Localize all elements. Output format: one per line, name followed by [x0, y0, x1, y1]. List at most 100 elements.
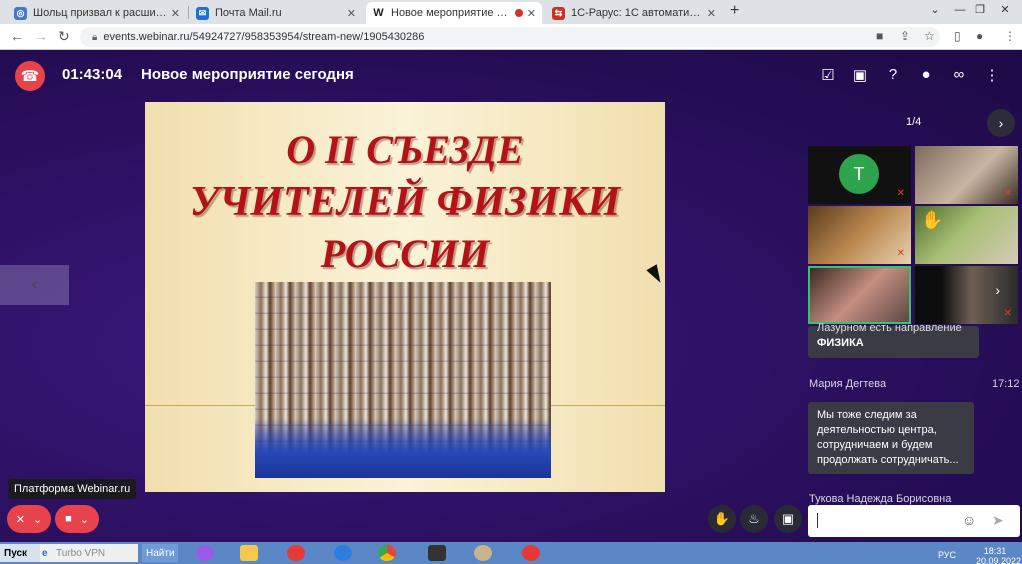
- event-timer: 01:43:04: [62, 66, 123, 83]
- chrome-icon[interactable]: [378, 545, 396, 561]
- chevron-down-icon: ⌄: [79, 513, 89, 526]
- chat-message-partial: Лазурном есть направление ФИЗИКА: [808, 322, 979, 358]
- profile-icon[interactable]: ●: [976, 29, 983, 43]
- next-videos-button[interactable]: ›: [987, 109, 1015, 137]
- audience-photo: [255, 282, 551, 478]
- tab-mail[interactable]: ✉ Почта Mail.ru ✕: [190, 2, 362, 24]
- chevron-left-icon: ‹: [31, 276, 38, 293]
- fire-icon: ♨: [748, 511, 760, 526]
- chevron-down-icon: ⌄: [33, 513, 43, 526]
- raise-hand-button[interactable]: ✋: [708, 505, 736, 533]
- search-label: Найти: [146, 547, 175, 559]
- platform-tooltip: Платформа Webinar.ru: [8, 479, 137, 499]
- chat-icon[interactable]: ▣: [850, 66, 870, 84]
- alice-icon[interactable]: [196, 545, 214, 561]
- participant-video-1[interactable]: Т ✕: [808, 146, 911, 204]
- sidepanel-icon[interactable]: ▯: [954, 29, 961, 43]
- tab-label: Почта Mail.ru: [215, 7, 282, 19]
- user-icon[interactable]: ●: [916, 66, 936, 83]
- camera-icon[interactable]: ■: [876, 29, 883, 43]
- lock-icon: 🔒︎: [92, 32, 98, 43]
- yandex-browser-icon[interactable]: [522, 545, 540, 561]
- close-icon[interactable]: ✕: [171, 7, 180, 20]
- mic-muted-icon: ✕: [1003, 188, 1012, 199]
- recording-icon: [514, 9, 523, 17]
- avatar: Т: [839, 154, 879, 194]
- participant-video-2[interactable]: ✕: [915, 146, 1018, 204]
- microphone-toggle-button[interactable]: ✕ ⌄: [7, 505, 51, 533]
- raised-hand-icon: ✋: [921, 210, 944, 230]
- chat-message-text: Лазурном есть направление: [817, 322, 962, 334]
- reaction-button[interactable]: ♨: [740, 505, 768, 533]
- tasks-icon[interactable]: ☑: [818, 66, 838, 84]
- turbo-vpn-label: Turbo VPN: [56, 547, 106, 559]
- language-indicator[interactable]: РУС: [938, 550, 956, 560]
- picture-in-picture-button[interactable]: ▣: [774, 505, 802, 533]
- mail-icon: ✉: [196, 6, 209, 20]
- chat-input[interactable]: ☺ ➤: [808, 505, 1020, 537]
- yandex-icon[interactable]: [287, 545, 305, 561]
- start-label: Пуск: [4, 547, 28, 559]
- camera-toggle-button[interactable]: ■ ⌄: [55, 505, 99, 533]
- slide-title-line-2: УЧИТЕЛЕЙ ФИЗИКИ: [189, 179, 621, 225]
- tab-label: Шольц призвал к расширению: [33, 7, 167, 19]
- search-button[interactable]: Найти: [142, 544, 178, 562]
- browser-tab-bar: ◎ Шольц призвал к расширению ✕ ✉ Почта M…: [0, 0, 1022, 24]
- previous-slide-button[interactable]: ‹: [0, 265, 69, 305]
- star-icon[interactable]: ☆: [924, 29, 935, 43]
- clock-time: 18:31: [983, 546, 1007, 556]
- window-close-icon[interactable]: ✕: [990, 0, 1020, 24]
- participant-video-6[interactable]: › ✕: [915, 266, 1018, 324]
- participant-video-3[interactable]: ✕: [808, 206, 911, 264]
- tab-webinar[interactable]: W Новое мероприятие сегод ✕: [366, 2, 542, 24]
- system-clock[interactable]: 18:31 20.09.2022: [976, 546, 1022, 564]
- folder-icon[interactable]: [240, 545, 258, 561]
- turbo-vpn-item[interactable]: e Turbo VPN: [40, 544, 138, 562]
- mic-muted-icon: ✕: [896, 188, 905, 199]
- mic-muted-icon: ✕: [1003, 308, 1012, 319]
- rarus-icon: ⇆: [552, 6, 565, 20]
- mic-off-icon: ✕: [15, 513, 25, 526]
- webinar-icon: W: [372, 6, 385, 20]
- ie-icon: e: [42, 547, 48, 559]
- participant-video-5[interactable]: [808, 266, 911, 324]
- start-button[interactable]: Пуск: [0, 544, 40, 562]
- forward-arrow-icon[interactable]: →: [34, 28, 48, 44]
- url-field[interactable]: 🔒︎ events.webinar.ru/54924727/958353954/s…: [80, 27, 940, 47]
- close-icon[interactable]: ✕: [347, 7, 356, 20]
- share-icon[interactable]: ⇪: [900, 29, 910, 43]
- back-arrow-icon[interactable]: ←: [10, 28, 24, 44]
- close-icon[interactable]: ✕: [707, 7, 716, 20]
- new-tab-plus-icon[interactable]: +: [730, 2, 739, 20]
- tab-rarus[interactable]: ⇆ 1С-Рарус: 1С автоматизация бу ✕: [546, 2, 722, 24]
- mic-muted-icon: ✕: [896, 248, 905, 259]
- browser-menu-icon[interactable]: ⋮: [1004, 29, 1016, 43]
- send-icon[interactable]: ➤: [992, 512, 1004, 529]
- game-icon[interactable]: [428, 545, 446, 561]
- more-icon[interactable]: ⋮: [982, 66, 1002, 84]
- chat-message: Мы тоже следим за деятельностью центра, …: [808, 402, 974, 474]
- chat-time: 17:12: [992, 378, 1020, 390]
- url-text: events.webinar.ru/54924727/958353954/str…: [103, 31, 425, 43]
- clock-date: 20.09.2022: [976, 556, 1022, 564]
- question-icon[interactable]: ?: [883, 66, 903, 83]
- close-icon[interactable]: ✕: [527, 7, 536, 20]
- event-title: Новое мероприятие сегодня: [141, 66, 354, 83]
- link-icon[interactable]: ∞: [949, 66, 969, 83]
- news-icon: ◎: [14, 6, 27, 20]
- windows-taskbar: Пуск e Turbo VPN Найти РУС 18:31 20.09.2…: [0, 542, 1022, 564]
- internet-explorer-icon[interactable]: [334, 545, 352, 561]
- camera-off-icon: ■: [65, 513, 72, 525]
- photo-seats: [255, 418, 551, 478]
- webinar-stage: ☎ 01:43:04 Новое мероприятие сегодня ☑ ▣…: [0, 50, 1022, 542]
- emoji-icon[interactable]: ☺: [962, 512, 976, 528]
- slide-title-line-3: РОССИИ: [320, 231, 490, 276]
- hang-up-button[interactable]: ☎: [15, 61, 45, 91]
- tab-news[interactable]: ◎ Шольц призвал к расширению ✕: [8, 2, 186, 24]
- tab-label: Новое мероприятие сегод: [391, 7, 511, 19]
- reload-icon[interactable]: ↻: [58, 28, 70, 45]
- pip-icon: ▣: [781, 511, 795, 526]
- participant-video-4[interactable]: ✋: [915, 206, 1018, 264]
- paint-icon[interactable]: [474, 545, 492, 561]
- chevron-right-icon[interactable]: ›: [995, 282, 1000, 298]
